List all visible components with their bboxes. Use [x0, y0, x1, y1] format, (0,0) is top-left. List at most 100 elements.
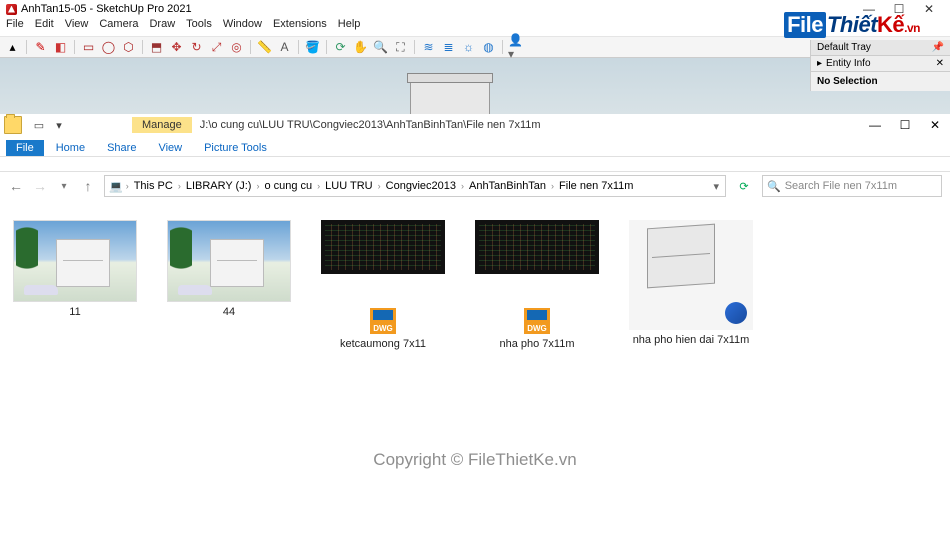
tape-tool-icon[interactable]: 📏: [256, 39, 273, 56]
breadcrumb-item[interactable]: AnhTanBinhTan: [467, 180, 548, 192]
sketchup-toolbar: ▴ ✎ ◧ ▭ ◯ ⬡ ⬒ ✥ ↻ ⤢ ◎ 📏 A 🪣 ⟳ ✋ 🔍 ⛶ ≋ ≣ …: [0, 36, 950, 58]
breadcrumb-pc-icon: 💻: [109, 180, 123, 193]
breadcrumb-dropdown-icon[interactable]: ▾: [713, 180, 719, 193]
collapse-icon: ▸: [817, 58, 822, 69]
file-name: ketcaumong 7x11: [340, 338, 426, 350]
refresh-button[interactable]: ⟳: [734, 180, 754, 193]
ribbon-tabs: File Home Share View Picture Tools: [0, 136, 950, 156]
paint-tool-icon[interactable]: 🪣: [304, 39, 321, 56]
file-thumbnail: [321, 220, 445, 274]
zoom-tool-icon[interactable]: 🔍: [372, 39, 389, 56]
ribbon-tab-view[interactable]: View: [148, 140, 192, 156]
sketchup-badge-icon: [725, 302, 747, 324]
menu-extensions[interactable]: Extensions: [273, 18, 327, 36]
default-tray: Default Tray📌 ▸ Entity Info ✕ No Selecti…: [810, 40, 950, 91]
explorer-window: ▭ ▾ Manage J:\o cung cu\LUU TRU\Congviec…: [0, 114, 950, 370]
offset-tool-icon[interactable]: ◎: [228, 39, 245, 56]
menu-window[interactable]: Window: [223, 18, 262, 36]
nav-recent-button[interactable]: ▾: [56, 181, 72, 192]
file-item[interactable]: 44: [164, 220, 294, 318]
menu-edit[interactable]: Edit: [35, 18, 54, 36]
breadcrumb-item[interactable]: LUU TRU: [323, 180, 374, 192]
model-geometry: [410, 78, 490, 114]
breadcrumb-item[interactable]: Congviec2013: [384, 180, 458, 192]
qat-newfolder-icon[interactable]: ▾: [52, 119, 66, 132]
nav-back-button[interactable]: ←: [8, 178, 24, 194]
ribbon-tab-picture-tools[interactable]: Picture Tools: [194, 140, 277, 156]
file-name: 11: [69, 306, 80, 318]
explorer-content[interactable]: 11 44 DWG ketcaumong 7x11 DWG nha pho 7x…: [0, 200, 950, 370]
zoom-extents-icon[interactable]: ⛶: [392, 39, 409, 56]
menu-view[interactable]: View: [65, 18, 89, 36]
menu-tools[interactable]: Tools: [186, 18, 212, 36]
menu-draw[interactable]: Draw: [149, 18, 175, 36]
entity-info-header[interactable]: ▸ Entity Info ✕: [811, 56, 950, 72]
breadcrumb-item[interactable]: File nen 7x11m: [557, 180, 635, 192]
qat-properties-icon[interactable]: ▭: [32, 119, 46, 132]
file-thumbnail: [475, 220, 599, 274]
rectangle-tool-icon[interactable]: ▭: [80, 39, 97, 56]
ribbon-tab-file[interactable]: File: [6, 140, 44, 156]
ribbon-tab-home[interactable]: Home: [46, 140, 95, 156]
file-name: nha pho 7x11m: [499, 338, 574, 350]
styles-tool-icon[interactable]: ◍: [480, 39, 497, 56]
text-tool-icon[interactable]: A: [276, 39, 293, 56]
dwg-badge-icon: DWG: [524, 308, 550, 334]
scale-tool-icon[interactable]: ⤢: [208, 39, 225, 56]
move-tool-icon[interactable]: ✥: [168, 39, 185, 56]
nav-up-button[interactable]: ↑: [80, 178, 96, 194]
section-tool-icon[interactable]: ≋: [420, 39, 437, 56]
sketchup-app-icon: [6, 4, 17, 15]
file-name: 44: [223, 306, 235, 318]
select-tool-icon[interactable]: ▴: [4, 39, 21, 56]
ribbon-context-tab[interactable]: Manage: [132, 117, 192, 133]
eraser-tool-icon[interactable]: ◧: [52, 39, 69, 56]
sketchup-viewport[interactable]: [0, 58, 950, 114]
menu-file[interactable]: File: [6, 18, 24, 36]
tray-pin-icon[interactable]: 📌: [932, 42, 944, 53]
polygon-tool-icon[interactable]: ⬡: [120, 39, 137, 56]
circle-tool-icon[interactable]: ◯: [100, 39, 117, 56]
menu-help[interactable]: Help: [338, 18, 361, 36]
copyright-watermark: Copyright © FileThietKe.vn: [0, 450, 950, 470]
file-item[interactable]: 11: [10, 220, 140, 318]
menu-camera[interactable]: Camera: [99, 18, 138, 36]
shadows-tool-icon[interactable]: ☼: [460, 39, 477, 56]
explorer-close-button[interactable]: ✕: [920, 118, 950, 132]
address-bar-row: ← → ▾ ↑ 💻 › This PC› LIBRARY (J:)› o cun…: [0, 172, 950, 200]
pushpull-tool-icon[interactable]: ⬒: [148, 39, 165, 56]
sketchup-title: AnhTan15-05 - SketchUp Pro 2021: [21, 3, 192, 15]
search-input[interactable]: 🔍 Search File nen 7x11m: [762, 175, 942, 197]
pencil-tool-icon[interactable]: ✎: [32, 39, 49, 56]
ribbon-tab-share[interactable]: Share: [97, 140, 146, 156]
search-icon: 🔍: [767, 180, 781, 193]
tray-header[interactable]: Default Tray📌: [811, 40, 950, 56]
file-thumbnail: [167, 220, 291, 302]
explorer-maximize-button[interactable]: ☐: [890, 118, 920, 132]
explorer-path-text: J:\o cung cu\LUU TRU\Congviec2013\AnhTan…: [200, 119, 541, 131]
pan-tool-icon[interactable]: ✋: [352, 39, 369, 56]
file-thumbnail: [629, 220, 753, 330]
watermark-logo: FileThiếtKế.vn: [784, 12, 920, 38]
breadcrumb-item[interactable]: o cung cu: [262, 180, 314, 192]
entity-info-body: No Selection: [811, 72, 950, 91]
layers-tool-icon[interactable]: ≣: [440, 39, 457, 56]
explorer-minimize-button[interactable]: —: [860, 118, 890, 132]
orbit-tool-icon[interactable]: ⟳: [332, 39, 349, 56]
breadcrumb-item[interactable]: LIBRARY (J:): [184, 180, 254, 192]
file-name: nha pho hien dai 7x11m: [633, 334, 750, 346]
quick-access-toolbar: ▭ ▾: [26, 119, 72, 132]
nav-forward-button[interactable]: →: [32, 178, 48, 194]
dwg-badge-icon: DWG: [370, 308, 396, 334]
breadcrumb-item[interactable]: This PC: [132, 180, 175, 192]
file-thumbnail: [13, 220, 137, 302]
file-item[interactable]: nha pho hien dai 7x11m: [626, 220, 756, 346]
ribbon-body: [0, 156, 950, 172]
file-item[interactable]: DWG nha pho 7x11m: [472, 220, 602, 350]
file-item[interactable]: DWG ketcaumong 7x11: [318, 220, 448, 350]
breadcrumb[interactable]: 💻 › This PC› LIBRARY (J:)› o cung cu› LU…: [104, 175, 726, 197]
rotate-tool-icon[interactable]: ↻: [188, 39, 205, 56]
panel-close-icon[interactable]: ✕: [936, 58, 944, 69]
folder-icon: [4, 116, 22, 134]
profile-icon[interactable]: 👤▾: [508, 39, 525, 56]
